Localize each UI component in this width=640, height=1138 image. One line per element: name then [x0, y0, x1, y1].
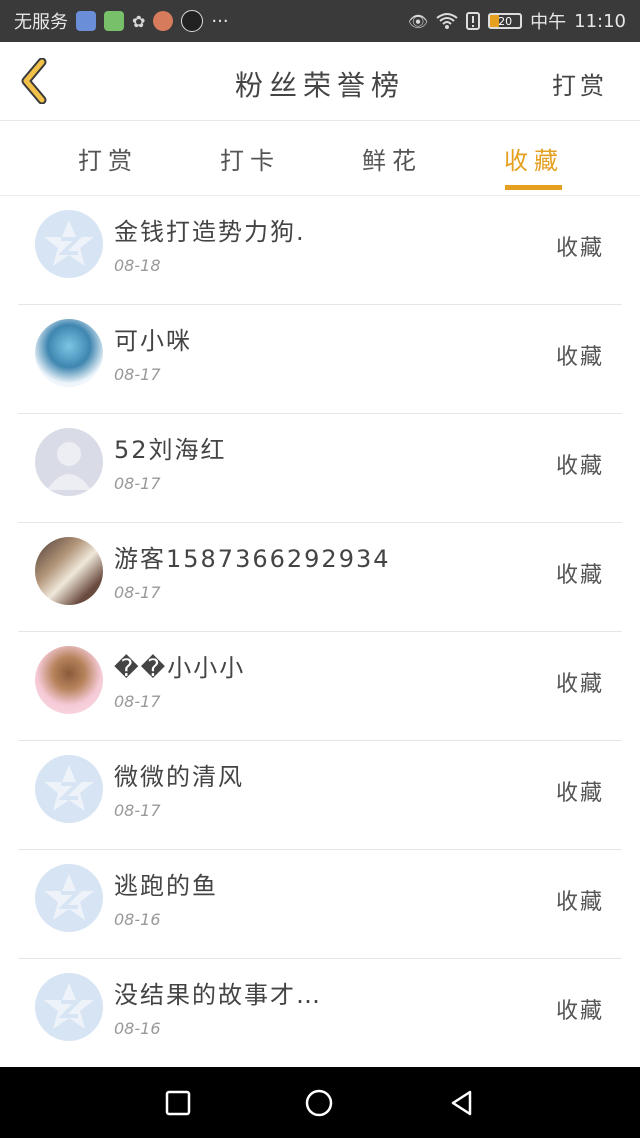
tab-reward[interactable]: 打赏 [48, 141, 168, 176]
reward-button[interactable]: 打赏 [552, 66, 608, 101]
fan-date: 08-17 [114, 474, 161, 493]
tab-checkin[interactable]: 打卡 [190, 141, 310, 176]
square-icon[interactable] [164, 1089, 192, 1117]
list-item[interactable]: 游客1587366292934 08-17 收藏 [18, 523, 622, 632]
list-item[interactable]: 微微的清风 08-17 收藏 [18, 741, 622, 850]
battery-icon: 20 [488, 13, 523, 29]
tab-flowers[interactable]: 鲜花 [332, 141, 452, 176]
default-avatar [35, 755, 103, 823]
more-notifications: ··· [211, 10, 229, 32]
page-title: 粉丝荣誉榜 [234, 69, 405, 102]
fan-name: 逃跑的鱼 [114, 872, 218, 900]
status-bar: 无服务 ✿ ··· 👁 20 中午 11:10 [0, 0, 640, 42]
fan-date: 08-16 [114, 910, 161, 929]
fan-date: 08-17 [114, 583, 161, 602]
default-avatar [35, 864, 103, 932]
fan-name: 可小咪 [114, 327, 192, 355]
tab-favorites[interactable]: 收藏 [474, 141, 594, 176]
app-icon-2 [104, 11, 124, 31]
triangle-back-icon[interactable] [448, 1089, 476, 1117]
fan-date: 08-17 [114, 365, 161, 384]
fan-name: 微微的清风 [114, 763, 244, 791]
app-icon-5 [181, 10, 204, 32]
fan-name: 金钱打造势力狗. [114, 218, 306, 246]
tab-bar: 打赏 打卡 鲜花 收藏 [0, 121, 640, 196]
app-icon-1 [76, 11, 96, 31]
fan-name: ��小小小 [114, 654, 246, 682]
fan-name: 没结果的故事才… [114, 981, 322, 1009]
list-item[interactable]: 可小咪 08-17 收藏 [18, 305, 622, 414]
status-bar-right: 👁 20 中午 11:10 [408, 8, 626, 34]
fan-action-label: 收藏 [555, 236, 604, 261]
eye-icon: 👁 [407, 11, 429, 31]
wifi-icon [436, 13, 458, 29]
fan-date: 08-18 [114, 256, 161, 275]
fan-date: 08-17 [114, 692, 161, 711]
clock: 11:10 [574, 10, 626, 32]
list-item[interactable]: 金钱打造势力狗. 08-18 收藏 [18, 196, 622, 305]
app-icon-4 [153, 11, 174, 31]
fan-action-label: 收藏 [555, 672, 604, 697]
fan-list: 金钱打造势力狗. 08-18 收藏 可小咪 08-17 收藏 52刘海红 08-… [0, 196, 640, 1068]
active-tab-indicator [505, 185, 562, 190]
person-placeholder-avatar [35, 428, 103, 496]
fan-date: 08-16 [114, 1019, 161, 1038]
list-item[interactable]: 没结果的故事才… 08-16 收藏 [18, 959, 622, 1068]
battery-level: 20 [498, 14, 513, 28]
circle-icon[interactable] [305, 1089, 333, 1117]
list-item[interactable]: 逃跑的鱼 08-16 收藏 [18, 850, 622, 959]
fan-action-label: 收藏 [555, 345, 604, 370]
app-header: 粉丝荣誉榜 打赏 [0, 42, 640, 121]
alert-icon [466, 12, 481, 30]
default-avatar [35, 210, 103, 278]
fan-action-label: 收藏 [555, 890, 604, 915]
anime-avatar [35, 319, 103, 387]
fan-name: 游客1587366292934 [114, 545, 391, 573]
carrier-label: 无服务 [14, 12, 68, 33]
fan-name: 52刘海红 [114, 436, 227, 464]
default-avatar [35, 973, 103, 1041]
list-item[interactable]: 52刘海红 08-17 收藏 [18, 414, 622, 523]
fan-action-label: 收藏 [555, 454, 604, 479]
fan-action-label: 收藏 [555, 781, 604, 806]
app-icon-3: ✿ [132, 11, 146, 31]
system-nav-bar [0, 1067, 640, 1138]
status-bar-left: 无服务 ✿ ··· [14, 8, 229, 34]
fan-action-label: 收藏 [555, 999, 604, 1024]
time-period: 中午 [530, 12, 567, 33]
photo-avatar [35, 537, 103, 605]
list-item[interactable]: ��小小小 08-17 收藏 [18, 632, 622, 741]
girl-avatar [35, 646, 103, 714]
fan-date: 08-17 [114, 801, 161, 820]
fan-action-label: 收藏 [555, 563, 604, 588]
